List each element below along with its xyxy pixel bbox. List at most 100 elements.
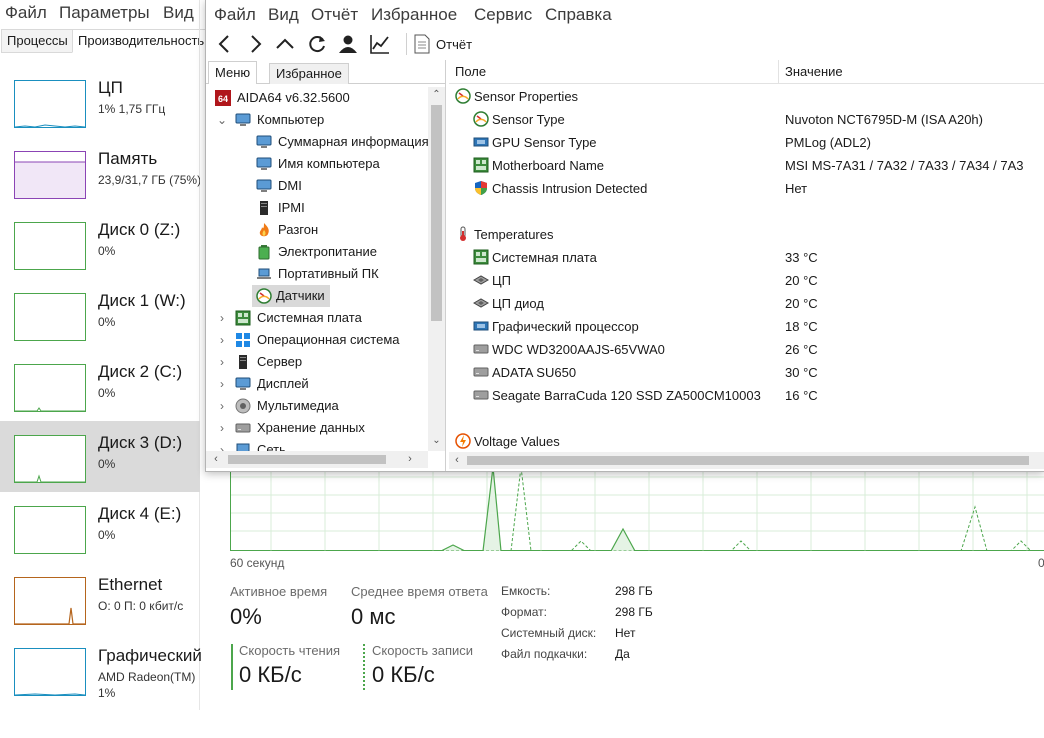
tree-scroll-thumb[interactable] [431,105,442,321]
tree-hscroll-thumb[interactable] [228,455,386,464]
data-hscroll-thumb[interactable] [467,456,1029,465]
sensor-row[interactable]: Графический процессор 18 °C [449,315,1044,338]
perf-item-1[interactable]: Память 23,9/31,7 ГБ (75%) [0,137,200,208]
perf-item-5[interactable]: Диск 3 (D:) 0% [0,421,200,492]
expand-chevron-icon[interactable]: › [216,329,228,351]
perf-item-7[interactable]: Ethernet О: 0 П: 0 кбит/с [0,563,200,634]
expand-chevron-icon[interactable]: › [216,373,228,395]
tab-processes[interactable]: Процессы [1,29,74,53]
tree-item[interactable]: › Хранение данных [206,417,428,439]
tree-item[interactable]: IPMI [206,197,428,219]
tree-item-label: Системная плата [257,310,362,325]
scroll-down-icon[interactable]: ⌄ [428,433,445,449]
tree-item-label: Портативный ПК [278,266,379,281]
user-button[interactable] [335,31,361,57]
report-button[interactable]: Отчёт [414,31,472,57]
perf-item-2[interactable]: Диск 0 (Z:) 0% [0,208,200,279]
sensor-row[interactable]: Seagate BarraCuda 120 SSD ZA500CM10003 16… [449,384,1044,407]
refresh-icon [309,36,325,53]
tree-item[interactable]: › Системная плата [206,307,428,329]
tree-item[interactable]: Суммарная информация [206,131,428,153]
column-header-field[interactable]: Поле [455,60,486,84]
tree-item[interactable]: › Операционная система [206,329,428,351]
perf-item-detail: 23,9/31,7 ГБ (75%) [98,173,200,187]
sensor-row[interactable]: Motherboard Name MSI MS-7A31 / 7A32 / 7A3… [449,154,1044,177]
aida-menu-file[interactable]: Файл [214,5,256,25]
sensor-row[interactable]: ЦП 20 °C [449,269,1044,292]
sensor-value: Nuvoton NCT6795D-M (ISA A20h) [785,112,983,127]
sensor-row[interactable]: Chassis Intrusion Detected Нет [449,177,1044,200]
group-header-row[interactable]: Voltage Values [449,430,1044,453]
aida-menu-help[interactable]: Справка [545,5,612,25]
board-icon [473,157,489,173]
group-header-row[interactable]: Sensor Properties [449,85,1044,108]
tree-item[interactable]: Разгон [206,219,428,241]
graph-axis-left-label: 60 секунд [230,556,285,570]
sensor-field: Sensor Type [492,112,565,127]
expand-chevron-icon[interactable]: › [216,395,228,417]
perf-item-8[interactable]: Графический AMD Radeon(TM) 1% [0,634,202,705]
perf-item-6[interactable]: Диск 4 (E:) 0% [0,492,200,563]
data-scroll-left-icon[interactable]: ‹ [449,452,465,469]
column-header-divider[interactable] [778,60,779,84]
aida-menu-service[interactable]: Сервис [474,5,532,25]
tm-menu-options[interactable]: Параметры [59,3,150,23]
sensor-data-list: Sensor Properties Sensor Type Nuvoton NCT6… [449,85,1044,453]
sensor-row[interactable]: GPU Sensor Type PMLog (ADL2) [449,131,1044,154]
tree-item[interactable]: Портативный ПК [206,263,428,285]
gauge-icon [455,88,471,104]
tree-item[interactable]: Имя компьютера [206,153,428,175]
document-icon [414,34,430,54]
expand-chevron-icon[interactable]: › [216,351,228,373]
tab-menu[interactable]: Меню [208,61,258,84]
sensor-row[interactable]: ЦП диод 20 °C [449,292,1044,315]
perf-item-3[interactable]: Диск 1 (W:) 0% [0,279,200,350]
tm-menu-view[interactable]: Вид [163,3,194,23]
tree-item-label: Компьютер [257,112,325,127]
tree-item[interactable]: ⌄ Компьютер [206,109,428,131]
tree-item[interactable]: › Сеть [206,439,428,451]
refresh-button[interactable] [304,31,330,57]
tree-item[interactable]: Электропитание [206,241,428,263]
data-horizontal-scrollbar[interactable]: ‹ [449,452,1044,469]
aida-menu-favorites[interactable]: Избранное [371,5,457,25]
sensor-row[interactable]: ADATA SU650 30 °C [449,361,1044,384]
aida-data-panel: Поле Значение Sensor Properties Sensor Ty… [449,60,1044,471]
tree-item[interactable]: 64 AIDA64 v6.32.5600 [206,87,428,109]
tree-item[interactable]: DMI [206,175,428,197]
toolbar-separator [406,33,407,55]
sensor-row[interactable]: WDC WD3200AAJS-65VWA0 26 °C [449,338,1044,361]
perf-item-4[interactable]: Диск 2 (C:) 0% [0,350,200,421]
scroll-up-icon[interactable]: ⌃ [428,87,445,103]
scroll-left-icon[interactable]: ‹ [208,451,224,468]
sensor-row[interactable]: Системная плата 33 °C [449,246,1044,269]
tree-item[interactable]: › Сервер [206,351,428,373]
tree-horizontal-scrollbar[interactable]: ‹ › [206,451,428,468]
forward-button[interactable] [242,31,268,57]
tree-item[interactable]: › Дисплей [206,373,428,395]
tree-item[interactable]: Датчики [206,285,428,307]
aida-left-panel: Меню Избранное 64 AIDA64 v6.32.5600 ⌄ Компь… [206,60,446,471]
aida-menu-view[interactable]: Вид [268,5,299,25]
tab-performance[interactable]: Производительность [72,29,211,53]
up-button[interactable] [272,31,298,57]
expand-chevron-icon[interactable]: › [216,307,228,329]
back-button[interactable] [212,31,238,57]
column-header-value[interactable]: Значение [785,60,843,84]
sensor-field: Chassis Intrusion Detected [492,181,648,196]
aida-menu-report[interactable]: Отчёт [311,5,358,25]
tree-vertical-scrollbar[interactable]: ⌃ ⌄ [428,87,445,451]
scroll-right-icon[interactable]: › [402,451,418,468]
sensor-row[interactable]: Sensor Type Nuvoton NCT6795D-M (ISA A20h) [449,108,1044,131]
expand-chevron-icon[interactable]: › [216,439,228,451]
perf-item-0[interactable]: ЦП 1% 1,75 ГГц [0,66,200,137]
tm-menu-file[interactable]: Файл [5,3,47,23]
collapse-chevron-icon[interactable]: ⌄ [216,109,228,131]
tab-favorites[interactable]: Избранное [269,63,349,84]
tree-item[interactable]: › Мультимедиа [206,395,428,417]
sensor-field: Графический процессор [492,319,639,334]
group-header-row[interactable]: Temperatures [449,223,1044,246]
expand-chevron-icon[interactable]: › [216,417,228,439]
disk-icon [473,341,489,357]
benchmark-button[interactable] [367,31,393,57]
